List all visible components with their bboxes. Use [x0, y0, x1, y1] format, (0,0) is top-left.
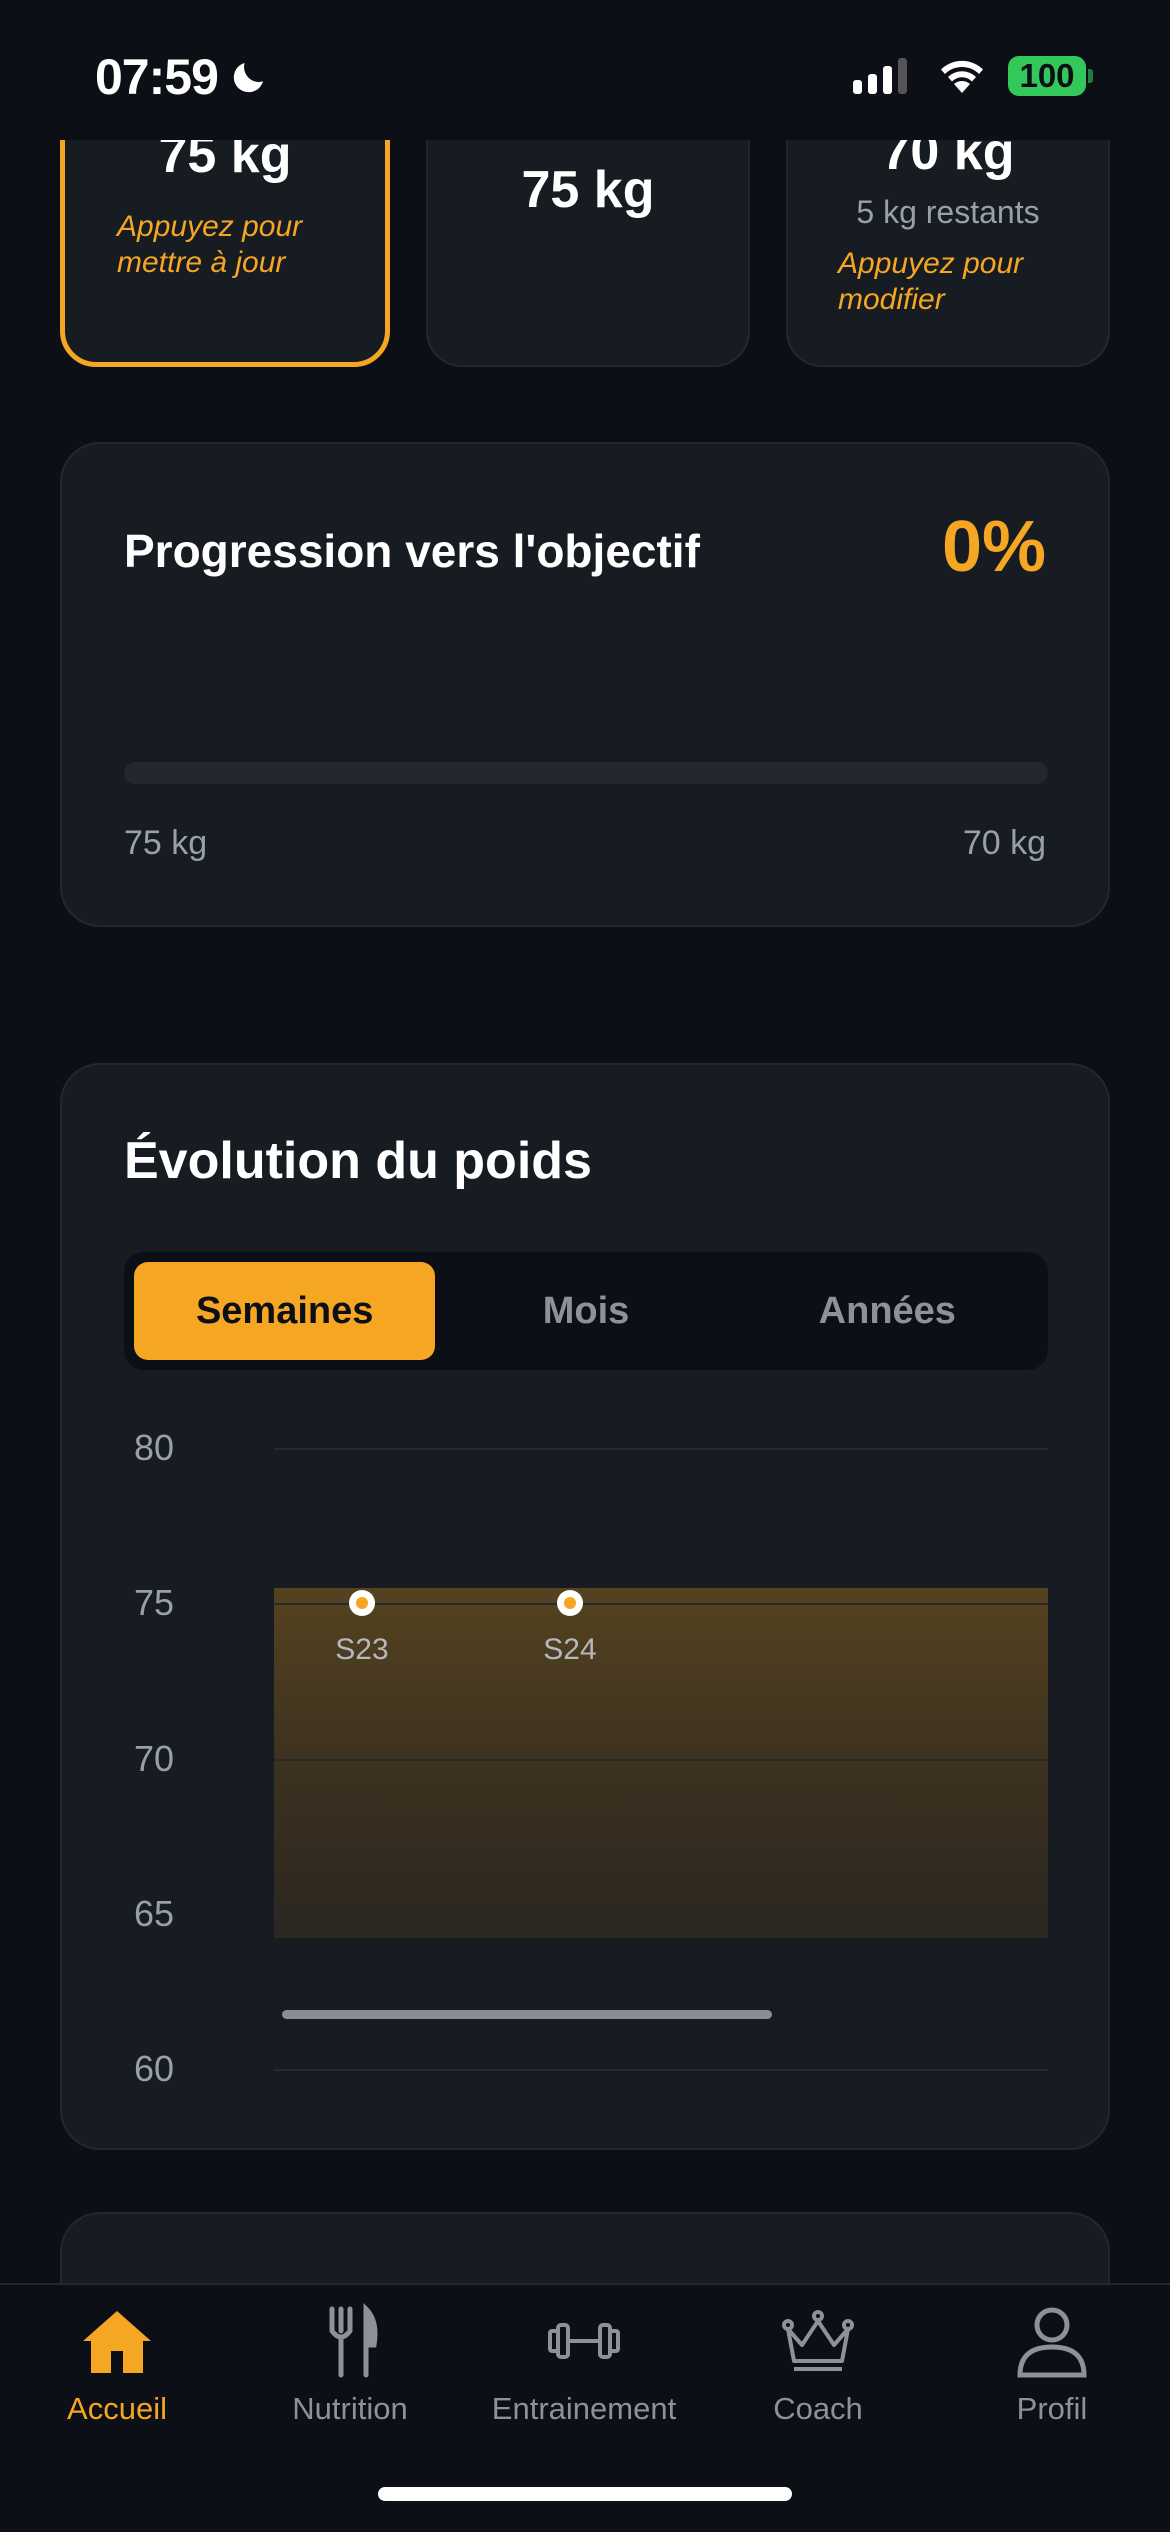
- progress-title: Progression vers l'objectif: [124, 525, 700, 577]
- y-tick-label: 65: [134, 1892, 175, 1934]
- tab-coach[interactable]: Coach: [708, 2303, 928, 2443]
- home-indicator: [378, 2487, 792, 2501]
- tab-entrainement[interactable]: Entrainement: [474, 2303, 694, 2443]
- weight-evolution-card: Évolution du poids Semaines Mois Années …: [60, 1063, 1110, 2150]
- tab-label: Profil: [1016, 2391, 1088, 2426]
- start-weight-value: 75 kg: [521, 161, 655, 219]
- tab-nutrition[interactable]: Nutrition: [240, 2303, 460, 2443]
- goal-remaining-text: 5 kg restants: [856, 194, 1040, 230]
- person-icon: [1017, 2307, 1087, 2378]
- dumbbell-icon: [548, 2323, 620, 2359]
- goal-weight-hint: Appuyez pour modifier: [838, 247, 1024, 316]
- status-time: 07:59: [95, 48, 270, 106]
- x-tick-label: S23: [335, 1633, 389, 1667]
- progress-start-label: 75 kg: [124, 824, 208, 862]
- chart-scroll-indicator[interactable]: [282, 2010, 772, 2019]
- gridline: [274, 1603, 1048, 1606]
- progress-percent: 0%: [941, 507, 1046, 587]
- moon-icon: [233, 63, 263, 93]
- cellular-signal-icon: [853, 58, 907, 94]
- tab-accueil[interactable]: Accueil: [7, 2303, 227, 2443]
- y-tick-label: 80: [134, 1427, 175, 1468]
- tab-profil[interactable]: Profil: [942, 2303, 1162, 2443]
- gridline: [274, 1448, 1048, 1450]
- gridline: [274, 2069, 1048, 2071]
- fork-knife-icon: [329, 2303, 378, 2378]
- tab-label: Entrainement: [491, 2391, 677, 2426]
- wifi-icon: [941, 60, 983, 93]
- current-weight-hint: Appuyez pour mettre à jour: [117, 210, 303, 279]
- status-bar: 07:59 100: [0, 0, 1170, 140]
- home-icon: [83, 2311, 151, 2373]
- progress-bar: [124, 762, 1048, 784]
- battery-level: 100: [1019, 57, 1075, 94]
- gridline: [274, 1913, 1048, 1916]
- tab-label: Coach: [773, 2391, 863, 2426]
- y-tick-label: 70: [134, 1737, 175, 1779]
- y-tick-label: 60: [134, 2048, 175, 2089]
- goal-progress-card: Progression vers l'objectif 0% 75 kg 70 …: [60, 442, 1110, 927]
- tab-label: Accueil: [67, 2391, 167, 2426]
- gridline: [274, 1758, 1048, 1761]
- y-tick-label: 75: [134, 1582, 175, 1624]
- tab-label: Nutrition: [292, 2391, 408, 2426]
- progress-end-label: 70 kg: [962, 824, 1046, 862]
- x-tick-label: S24: [543, 1633, 597, 1667]
- battery-tip: [1088, 69, 1093, 83]
- weight-chart[interactable]: 80 75 70 65 60 S23 S24: [62, 1065, 1112, 2152]
- battery-icon: 100: [1008, 56, 1086, 96]
- clock-text: 07:59: [95, 49, 219, 105]
- crown-icon: [782, 2310, 854, 2371]
